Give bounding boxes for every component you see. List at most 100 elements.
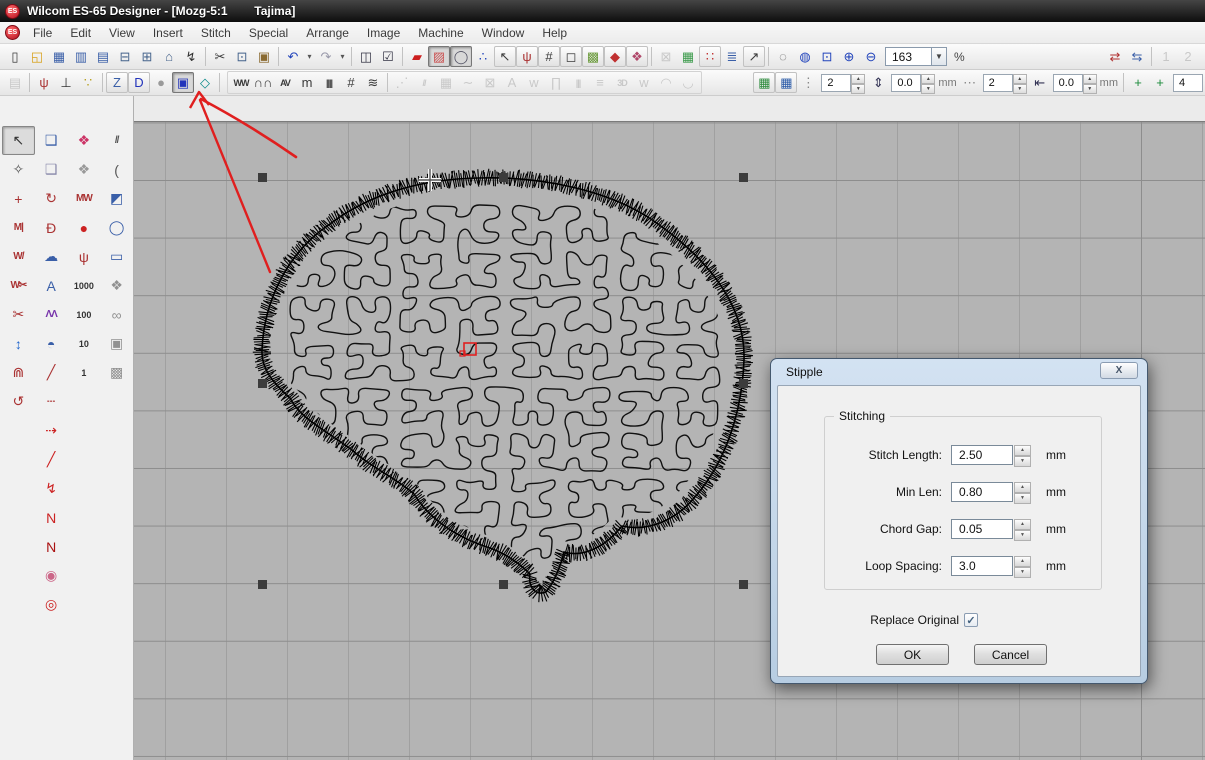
selection-handle[interactable]: [739, 173, 748, 182]
new-design-icon[interactable]: ▯: [4, 46, 26, 67]
dot-fill-icon[interactable]: ●: [150, 72, 172, 93]
zigzag-n-tool-icon[interactable]: N: [35, 532, 68, 561]
bean-stitch-tool-icon[interactable]: ●: [68, 213, 101, 242]
run-stitch-n-tool-icon[interactable]: N: [35, 503, 68, 532]
options-check-icon[interactable]: ☑: [377, 46, 399, 67]
show-needle-points-icon[interactable]: ψ: [33, 72, 55, 93]
zigzag-column-tool-icon[interactable]: MW: [68, 184, 101, 213]
stitch-count-1000-icon[interactable]: 1000: [68, 271, 101, 300]
selection-handle[interactable]: [499, 580, 508, 589]
export-machine-file-icon[interactable]: ▤: [92, 46, 114, 67]
copy-icon[interactable]: ⊡: [231, 46, 253, 67]
spin-value[interactable]: 2: [821, 74, 851, 92]
stitch-player-icon[interactable]: ↯: [180, 46, 202, 67]
stitch-count-1-icon[interactable]: 1: [68, 358, 101, 387]
field-spinner[interactable]: ▲▼: [1014, 556, 1031, 576]
print-icon[interactable]: ⊟: [114, 46, 136, 67]
stitch-count-10-icon[interactable]: 10: [68, 329, 101, 358]
field-spinner[interactable]: ▲▼: [1014, 445, 1031, 465]
paste-icon[interactable]: ▣: [253, 46, 275, 67]
stitch-count-100-icon[interactable]: 100: [68, 300, 101, 329]
field-spinner[interactable]: ▲▼: [1014, 519, 1031, 539]
motif-run-icon[interactable]: m: [296, 72, 318, 93]
ellipse-tool-icon[interactable]: ◯: [100, 213, 133, 242]
florentine-tool-icon[interactable]: ❖: [68, 155, 101, 184]
pointer-tool-icon[interactable]: ↖: [494, 46, 516, 67]
ok-button[interactable]: OK: [876, 644, 949, 665]
rectangle-tool-icon[interactable]: ▭: [100, 242, 133, 271]
menu-special[interactable]: Special: [240, 24, 297, 42]
menu-image[interactable]: Image: [358, 24, 409, 42]
spin-value[interactable]: 0.0: [1053, 74, 1083, 92]
zoom-out-icon[interactable]: ⊖: [860, 46, 882, 67]
needle-entry-icon[interactable]: ψ: [516, 46, 538, 67]
vertex-select-tool-icon[interactable]: +: [2, 184, 35, 213]
selection-handle[interactable]: [739, 580, 748, 589]
toolbar-spinbox[interactable]: 0.0▲▼mm: [1053, 74, 1118, 92]
toolbar-spinbox[interactable]: 2▲▼: [821, 74, 865, 92]
line-reshape-tool-icon[interactable]: ╱: [35, 358, 68, 387]
open-object-icon[interactable]: ↗: [743, 46, 765, 67]
toolbar-spinbox[interactable]: 0.0▲▼mm: [891, 74, 956, 92]
cut-needle-tool-icon[interactable]: ✂: [2, 300, 35, 329]
field-input[interactable]: 2.50: [951, 445, 1013, 465]
row-spacing-icon[interactable]: ⋯: [959, 72, 981, 93]
field-input[interactable]: 3.0: [951, 556, 1013, 576]
cap-frame-tool-icon[interactable]: ◓: [35, 329, 68, 358]
thread-colors-icon[interactable]: ▦: [677, 46, 699, 67]
dots-column-icon[interactable]: ⋮: [797, 72, 819, 93]
spin-value[interactable]: 0.0: [891, 74, 921, 92]
outline-design-icon[interactable]: D: [128, 72, 150, 93]
zoom-factor-combo[interactable]: 163 ▼: [885, 47, 947, 66]
dialog-close-button[interactable]: X: [1100, 362, 1138, 379]
zigzag-stitch-icon[interactable]: WW: [230, 72, 252, 93]
zoom-in-icon[interactable]: ⊕: [838, 46, 860, 67]
tatami-stitch-icon[interactable]: AV: [274, 72, 296, 93]
redo-dropdown-icon[interactable]: ▾: [337, 46, 348, 67]
selection-handle[interactable]: [258, 173, 267, 182]
dashed-line-tool-icon[interactable]: ┄: [35, 387, 68, 416]
selection-handle[interactable]: [258, 580, 267, 589]
complex-fill-tool-icon[interactable]: ◩: [100, 184, 133, 213]
bolt-line-tool-icon[interactable]: ↯: [35, 474, 68, 503]
show-hoop-icon[interactable]: ◻: [560, 46, 582, 67]
grid-fill-icon[interactable]: #: [340, 72, 362, 93]
lettering-tool-icon[interactable]: A: [35, 271, 68, 300]
center-design-icon[interactable]: +: [1127, 72, 1149, 93]
puff-tool-icon[interactable]: ☁: [35, 242, 68, 271]
object-select-icon[interactable]: ◫: [355, 46, 377, 67]
remove-outline-tool-icon[interactable]: Ð: [35, 213, 68, 242]
height-tool-icon[interactable]: ↕: [2, 329, 35, 358]
auto-underlay-icon[interactable]: Z: [106, 72, 128, 93]
menu-stitch[interactable]: Stitch: [192, 24, 240, 42]
zoom-box-icon[interactable]: ⊡: [816, 46, 838, 67]
branching-tool-icon[interactable]: ❖: [68, 126, 101, 155]
field-input[interactable]: 0.05: [951, 519, 1013, 539]
toolbar-spinbox[interactable]: 2▲▼: [983, 74, 1027, 92]
stipple-fill-icon[interactable]: ▣: [172, 72, 194, 93]
cut-icon[interactable]: ✂: [209, 46, 231, 67]
zoom-tool-icon[interactable]: ◌: [772, 46, 794, 67]
convert-stitches-icon[interactable]: ⇄: [1104, 46, 1126, 67]
zoom-combo-dropdown-icon[interactable]: ▼: [931, 47, 947, 66]
straight-line-tool-icon[interactable]: ╱: [35, 445, 68, 474]
closest-join-icon[interactable]: ∵: [77, 72, 99, 93]
send-to-machine-icon[interactable]: ⌂: [158, 46, 180, 67]
selection-handle[interactable]: [739, 379, 748, 388]
wave-fill-icon[interactable]: ≋: [362, 72, 384, 93]
show-appliance-icon[interactable]: ❖: [626, 46, 648, 67]
menu-help[interactable]: Help: [533, 24, 576, 42]
convert-outlines-icon[interactable]: ⇆: [1126, 46, 1148, 67]
layout-grid-1-icon[interactable]: ▦: [753, 72, 775, 93]
run-stitch-icon[interactable]: ∴: [472, 46, 494, 67]
satin-fill-icon[interactable]: ||||: [318, 72, 340, 93]
menu-view[interactable]: View: [100, 24, 144, 42]
select-tool-icon[interactable]: ↖: [2, 126, 35, 155]
pull-comp-icon[interactable]: ⇕: [867, 72, 889, 93]
spin-arrows[interactable]: ▲▼: [921, 74, 935, 92]
selection-handle[interactable]: [499, 173, 508, 182]
column-zigzag-tool-icon[interactable]: M|: [2, 213, 35, 242]
undo-icon[interactable]: ↶: [282, 46, 304, 67]
color-film-icon[interactable]: ∷: [699, 46, 721, 67]
zoom-factor-value[interactable]: 163: [885, 47, 931, 66]
